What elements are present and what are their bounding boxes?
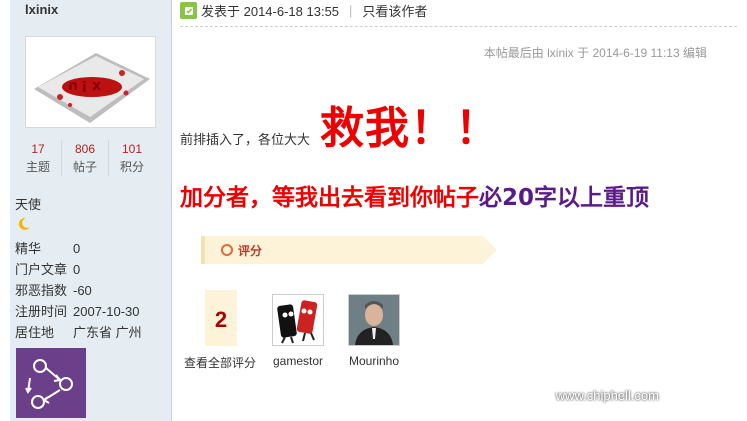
post-text-red: 加分者，等我出去看到你帖子	[180, 185, 479, 211]
profile-value: 广东省 广州	[73, 325, 142, 340]
svg-text:n: n	[68, 78, 78, 94]
meta-divider	[180, 26, 737, 27]
watermark-url: www.chiphell.com	[555, 388, 659, 403]
site-watermark: www.chiphell.com	[556, 317, 737, 407]
post-meta: 发表于 2014-6-18 13:55 | 只看该作者	[180, 1, 427, 20]
moon-icon	[16, 216, 32, 232]
post-text-small: 前排插入了，各位大大	[180, 132, 311, 147]
post-time: 发表于 2014-6-18 13:55	[201, 4, 340, 19]
profile-row: 邪恶指数 -60	[15, 280, 142, 301]
profile-key: 居住地	[15, 325, 55, 340]
profile-key: 门户文章	[15, 262, 68, 277]
post-content: 发表于 2014-6-18 13:55 | 只看该作者 本帖最后由 lxinix…	[172, 0, 747, 421]
author-name[interactable]: lxinix	[25, 2, 58, 17]
stat-threads[interactable]: 17 主题	[15, 140, 61, 176]
profile-key: 邪恶指数	[15, 283, 68, 298]
profile-value: 2007-10-30	[73, 304, 140, 319]
stat-posts[interactable]: 806 帖子	[61, 140, 108, 176]
user-group[interactable]: 天使	[15, 194, 41, 213]
stat-posts-count[interactable]: 806	[62, 140, 108, 158]
rater-avatar[interactable]	[272, 294, 324, 346]
view-all-ratings-link[interactable]: 查看全部评分	[184, 354, 256, 371]
stat-credits-count[interactable]: 101	[109, 140, 155, 158]
post-text-big: 救我！！	[320, 103, 501, 154]
svg-text:x: x	[92, 78, 101, 94]
rating-ring-icon	[221, 244, 233, 256]
profile-row: 居住地 广东省 广州	[15, 322, 142, 343]
rating-count: 2	[214, 307, 228, 332]
edit-note: 本帖最后由 lxinix 于 2014-6-19 11:13 编辑	[483, 46, 707, 60]
svg-text:i: i	[82, 80, 87, 96]
meta-separator: |	[349, 3, 353, 18]
author-sidebar: lxinix n i x 17 主题 806 帖子 101 积分 天使 精华 0…	[0, 0, 172, 421]
post-text-purple: 必20字以上重顶	[479, 185, 650, 211]
post-line-2: 加分者，等我出去看到你帖子必20字以上重顶	[180, 178, 649, 212]
profile-value: -60	[73, 283, 92, 298]
stat-threads-count[interactable]: 17	[15, 140, 61, 158]
profile-row: 精华 0	[15, 238, 142, 259]
sidebar-edge	[0, 0, 10, 421]
stat-posts-label: 帖子	[72, 160, 97, 174]
rating-header[interactable]: 评分	[201, 236, 497, 264]
online-status-icon	[180, 2, 197, 19]
medal-icon[interactable]	[16, 348, 86, 418]
rating-label: 评分	[238, 244, 263, 258]
rater-name[interactable]: gamestor	[268, 354, 328, 368]
rater[interactable]: Mourinho	[342, 294, 406, 368]
stat-credits-label: 积分	[119, 160, 144, 174]
profile-value: 0	[73, 262, 81, 277]
profile-row: 门户文章 0	[15, 259, 142, 280]
author-stats: 17 主题 806 帖子 101 积分	[15, 140, 155, 176]
chiphell-logo	[657, 317, 737, 397]
rater[interactable]: gamestor	[268, 294, 328, 368]
profile-row: 注册时间 2007-10-30	[15, 301, 142, 322]
profile-key: 注册时间	[15, 304, 68, 319]
avatar[interactable]: n i x	[25, 36, 156, 128]
author-profile: 精华 0 门户文章 0 邪恶指数 -60 注册时间 2007-10-30 居住地…	[15, 238, 142, 343]
post-line-1: 前排插入了，各位大大 救我！！	[180, 92, 500, 156]
rating-count-box[interactable]: 2	[205, 290, 237, 346]
stat-threads-label: 主题	[25, 160, 50, 174]
only-author-link[interactable]: 只看该作者	[362, 1, 427, 20]
rater-avatar[interactable]	[348, 294, 400, 346]
rater-name[interactable]: Mourinho	[342, 354, 406, 368]
stat-credits[interactable]: 101 积分	[108, 140, 155, 176]
profile-key: 精华	[15, 241, 42, 256]
profile-value: 0	[73, 241, 81, 256]
